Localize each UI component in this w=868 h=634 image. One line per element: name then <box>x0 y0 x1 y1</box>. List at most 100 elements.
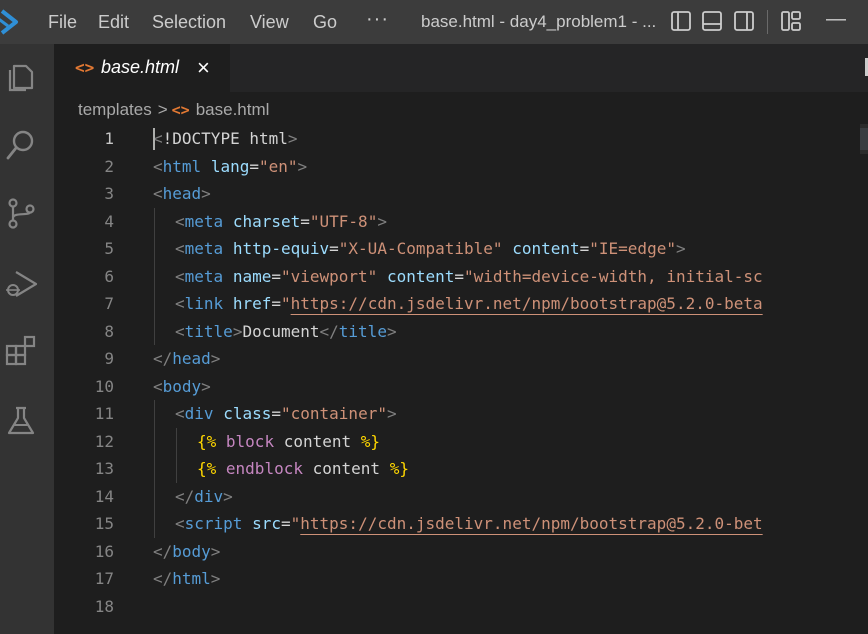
search-icon[interactable] <box>4 128 38 162</box>
editor-tab-strip: <> base.html × <box>54 44 868 92</box>
code-line[interactable]: 2 <html lang="en"> <box>54 153 854 180</box>
line-number: 14 <box>94 486 114 506</box>
code-line[interactable]: 9 </head> <box>54 345 854 372</box>
code-line[interactable]: 3 <head> <box>54 180 854 207</box>
code-token-attr: src <box>252 514 281 533</box>
menu-selection[interactable]: Selection <box>152 11 226 33</box>
code-token-eq: = <box>271 404 281 423</box>
code-line[interactable]: 17 </html> <box>54 565 854 592</box>
code-token-attr: http-equiv <box>232 239 330 258</box>
code-line[interactable]: 14 </div> <box>54 483 854 510</box>
code-line[interactable]: 5 <meta http-equiv="X-UA-Compatible" cont… <box>54 235 854 262</box>
code-editor[interactable]: 1 <!DOCTYPE html> 2 <html lang="en"> 3 <head>… <box>54 124 868 634</box>
minimize-button[interactable]: — <box>826 8 846 31</box>
toggle-panel-icon[interactable] <box>701 10 723 32</box>
code-line[interactable]: 6 <meta name="viewport" content="width=de… <box>54 263 854 290</box>
code-token-var: content <box>312 459 381 478</box>
code-token-tag: meta <box>184 266 224 286</box>
menu-more-button[interactable]: ··· <box>366 8 389 31</box>
menu-go[interactable]: Go <box>313 11 337 33</box>
code-line[interactable]: 7 <link href="https://cdn.jsdelivr.net/np… <box>54 290 854 317</box>
code-token-attr: content <box>512 239 580 258</box>
code-token-eq: = <box>271 266 281 286</box>
code-token-bracket: > <box>210 349 221 368</box>
close-icon[interactable]: × <box>197 55 210 81</box>
html-file-icon: <> <box>171 101 190 119</box>
code-token-link: https://cdn.jsdelivr.net/npm/bootstrap@5… <box>290 294 763 313</box>
line-code: <meta name="viewport" content="width=dev… <box>175 263 763 290</box>
toggle-secondary-sidebar-icon[interactable] <box>733 10 755 32</box>
line-number: 8 <box>104 321 114 341</box>
code-line[interactable]: 13 {% endblock content %} <box>54 455 854 482</box>
text-cursor <box>153 128 155 150</box>
menu-edit[interactable]: Edit <box>98 11 129 33</box>
line-number: 1 <box>104 129 114 148</box>
code-token-kw: block <box>225 431 275 451</box>
code-token-str: " <box>280 294 291 313</box>
toggle-primary-sidebar-icon[interactable] <box>670 10 692 32</box>
line-code: <meta charset="UTF-8"> <box>175 208 387 235</box>
code-line[interactable]: 4 <meta charset="UTF-8"> <box>54 208 854 235</box>
code-token-eq: = <box>271 294 281 313</box>
source-control-icon[interactable] <box>4 196 38 230</box>
line-number: 5 <box>104 239 114 258</box>
code-line[interactable]: 18 <box>54 593 854 620</box>
code-line[interactable]: 1 <!DOCTYPE html> <box>54 125 854 152</box>
testing-icon[interactable] <box>4 404 38 438</box>
code-token-str: "IE=edge" <box>589 239 676 258</box>
code-token-bracket: </ <box>153 349 173 368</box>
breadcrumb-folder[interactable]: templates <box>78 100 152 119</box>
tab-base-html[interactable]: <> base.html × <box>54 44 230 92</box>
code-token-bracket: < <box>153 156 163 176</box>
line-code: <script src="https://cdn.jsdelivr.net/np… <box>175 510 763 537</box>
code-line[interactable]: 12 {% block content %} <box>54 428 854 455</box>
html-file-icon: <> <box>75 58 95 77</box>
line-number: 6 <box>104 266 114 286</box>
minimap-slider[interactable] <box>860 128 868 150</box>
code-token-tag: body <box>162 376 202 396</box>
code-token-attr: name <box>232 266 272 286</box>
code-token-jinja: {% <box>197 459 217 478</box>
code-line[interactable]: 16 </body> <box>54 538 854 565</box>
menu-view[interactable]: View <box>250 11 289 33</box>
code-token-tag: body <box>172 541 211 561</box>
code-token-bracket: </ <box>319 321 339 341</box>
code-token-bracket: > <box>297 156 308 176</box>
menu-file[interactable]: File <box>48 11 77 33</box>
code-token-bracket: > <box>377 211 387 231</box>
customize-layout-icon[interactable] <box>780 10 802 32</box>
code-line[interactable]: 11 <div class="container"> <box>54 400 854 427</box>
explorer-icon[interactable] <box>4 58 38 92</box>
run-debug-icon[interactable] <box>4 266 38 300</box>
code-line[interactable]: 8 <title>Document</title> <box>54 318 854 345</box>
code-token-bracket: < <box>175 239 185 258</box>
code-line[interactable]: 10 <body> <box>54 373 854 400</box>
code-token-text: Document <box>242 321 320 341</box>
chevron-right-icon: > <box>157 100 168 119</box>
window-title: base.html - day4_problem1 - ... <box>421 12 657 31</box>
code-token-tag: html <box>172 569 211 588</box>
code-token-attr: class <box>223 404 272 423</box>
code-token-jinja: %} <box>360 431 381 451</box>
code-line[interactable]: 15 <script src="https://cdn.jsdelivr.net/… <box>54 510 854 537</box>
line-number: 4 <box>104 211 114 231</box>
line-code: </head> <box>153 345 220 372</box>
code-token-bracket: </ <box>175 486 195 506</box>
tab-label[interactable]: base.html <box>101 57 179 78</box>
code-token-bracket: </ <box>153 541 173 561</box>
vscode-logo-icon[interactable] <box>0 8 24 36</box>
extensions-icon[interactable] <box>4 334 38 368</box>
line-number: 11 <box>94 404 114 423</box>
breadcrumb-file[interactable]: base.html <box>196 100 270 119</box>
code-token-str: "width=device-width, initial-sc <box>464 266 763 286</box>
line-number: 17 <box>94 569 114 588</box>
